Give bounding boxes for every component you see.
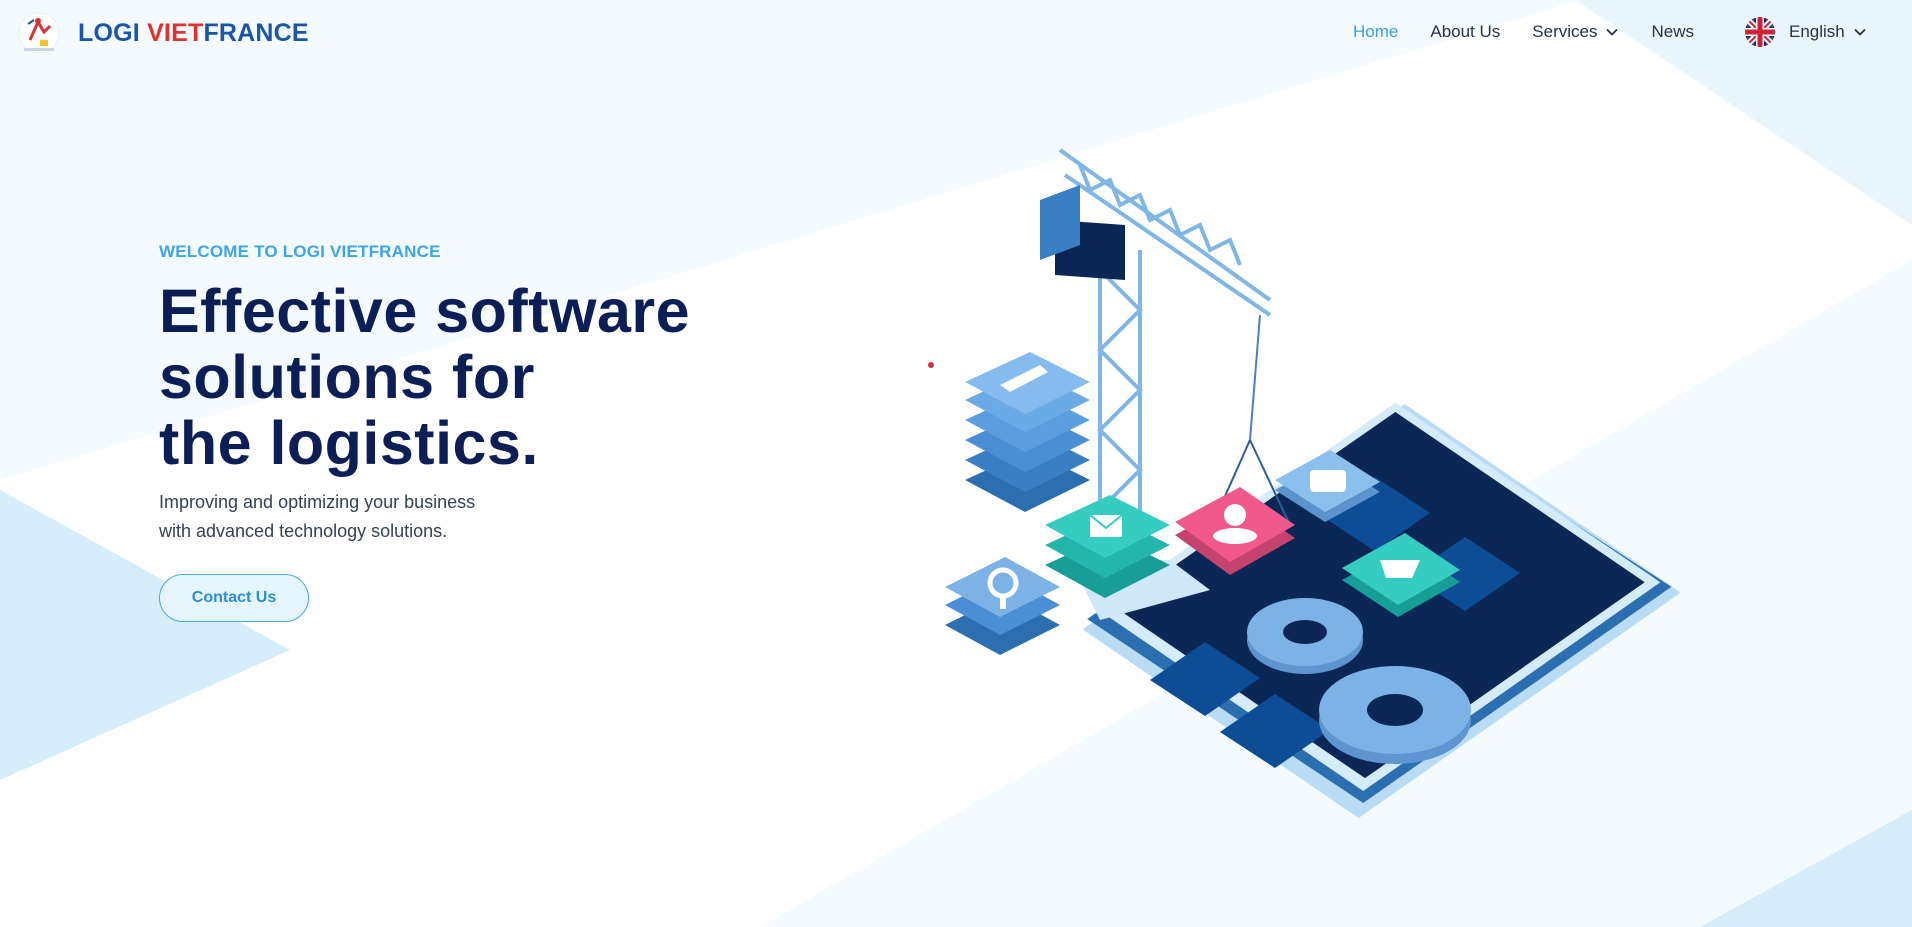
nav-services-label: Services xyxy=(1532,22,1598,41)
chevron-down-icon xyxy=(1606,28,1619,36)
nav-services[interactable]: Services xyxy=(1532,22,1619,42)
hero-title: Effective software solutions for the log… xyxy=(159,278,690,476)
hero-subtitle: Improving and optimizing your business w… xyxy=(159,488,690,546)
nav-about-us[interactable]: About Us xyxy=(1430,22,1500,42)
brand-name: LOGI VIETFRANCE xyxy=(78,19,309,48)
chart-stack-icon xyxy=(965,352,1090,512)
hero-subtitle-line-1: Improving and optimizing your business xyxy=(159,492,476,512)
nav-home[interactable]: Home xyxy=(1353,22,1398,42)
nav-news[interactable]: News xyxy=(1651,22,1694,42)
brand-name-part2: VIET xyxy=(147,18,204,47)
brand-name-part1: LOGI xyxy=(78,18,148,47)
hero-subtitle-line-2: with advanced technology solutions. xyxy=(159,521,448,541)
site-header: LOGI VIETFRANCE Home About Us Services N… xyxy=(0,0,1912,66)
language-label: English xyxy=(1789,22,1845,41)
hero-title-line-3: the logistics. xyxy=(159,409,539,477)
hero-section: WELCOME TO LOGI VIETFRANCE Effective sof… xyxy=(159,242,690,622)
hero-title-line-2: solutions for xyxy=(159,343,535,411)
logo[interactable]: LOGI VIETFRANCE xyxy=(16,10,309,56)
contact-us-button[interactable]: Contact Us xyxy=(159,574,309,622)
hero-title-line-1: Effective software xyxy=(159,277,691,345)
brand-name-part3: FRANCE xyxy=(203,18,309,47)
chevron-down-icon xyxy=(1854,28,1866,36)
decorative-dot xyxy=(928,362,934,368)
search-icon xyxy=(945,557,1060,655)
language-selector[interactable]: English xyxy=(1745,17,1867,47)
hero-eyebrow: WELCOME TO LOGI VIETFRANCE xyxy=(159,242,441,261)
logi-vietfrance-emblem-icon xyxy=(18,12,60,54)
hero-illustration xyxy=(945,148,1681,818)
uk-flag-icon xyxy=(1745,17,1775,47)
main-nav: Home About Us Services News xyxy=(1353,22,1694,42)
